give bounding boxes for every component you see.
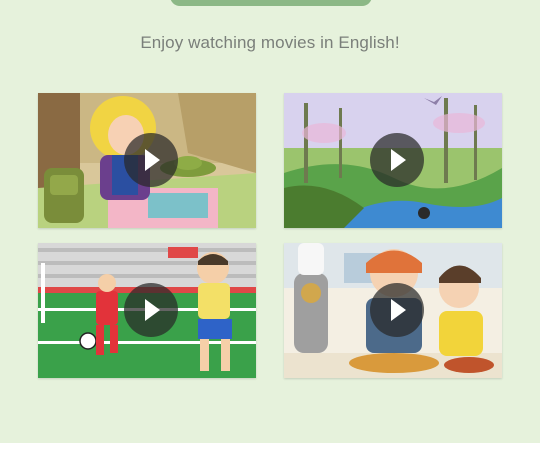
content-panel: Enjoy watching movies in English!: [0, 0, 540, 443]
bottom-separator: [0, 443, 540, 450]
video-thumbnail-soccer[interactable]: [38, 243, 256, 378]
video-thumbnail-cooking[interactable]: [284, 243, 502, 378]
top-tab-pill[interactable]: [170, 0, 372, 6]
page-heading: Enjoy watching movies in English!: [140, 33, 400, 52]
video-thumbnail-picnic[interactable]: [38, 93, 256, 228]
play-icon[interactable]: [370, 283, 424, 337]
play-icon[interactable]: [124, 133, 178, 187]
play-icon[interactable]: [370, 133, 424, 187]
video-thumbnail-forest[interactable]: [284, 93, 502, 228]
play-icon[interactable]: [124, 283, 178, 337]
